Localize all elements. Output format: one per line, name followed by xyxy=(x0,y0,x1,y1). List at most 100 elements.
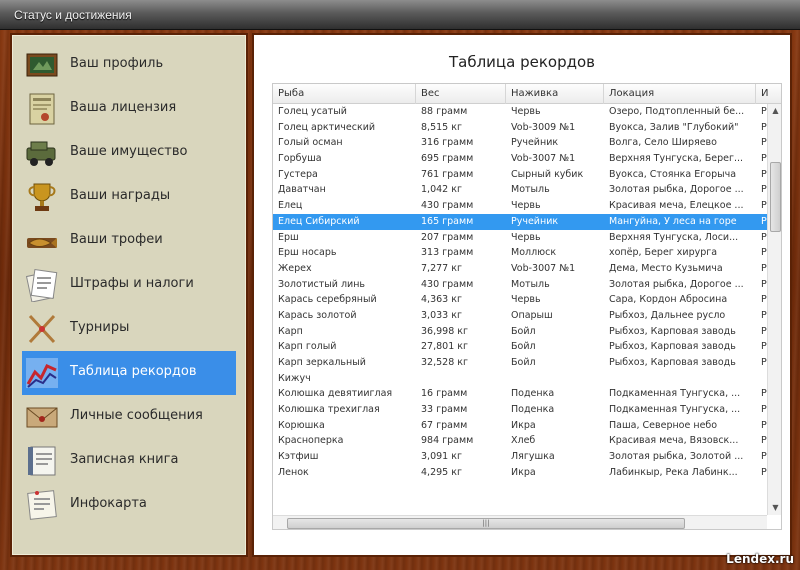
cell-bait: Бойл xyxy=(511,357,536,368)
cell-bait: Ручейник xyxy=(511,137,559,149)
cell-fish: Карп xyxy=(278,325,303,337)
table-row[interactable]: Голец усатый 88 грамм Червь Озеро, Подтопле… xyxy=(273,104,767,120)
cell-weight: 1,042 кг xyxy=(421,184,462,196)
table-row[interactable]: Густера 761 грамм Сырный кубик Вуокса, Стоя… xyxy=(273,167,767,183)
cell-weight: 8,515 кг xyxy=(421,121,462,133)
table-row[interactable]: Золотистый линь 430 грамм Мотыль Золотая ры… xyxy=(273,277,767,293)
sidebar-item-fines[interactable]: Штрафы и налоги xyxy=(22,263,236,307)
table-row[interactable]: Ерш носарь 313 грамм Моллюск хопёр, Берег х… xyxy=(273,245,767,261)
cell-weight: 984 грамм xyxy=(421,435,474,447)
cell-fish: Голец арктический xyxy=(278,121,376,133)
cell-location: Рыбхоз, Карповая заводь xyxy=(609,341,736,353)
cell-fish: Елец xyxy=(278,200,303,212)
window-titlebar: Статус и достижения xyxy=(0,0,800,30)
cell-bait: Икра xyxy=(511,419,536,431)
cell-location: Вуокса, Залив "Глубокий" xyxy=(609,121,739,133)
cell-weight: 27,801 кг xyxy=(421,341,468,353)
sidebar-item-profile[interactable]: Ваш профиль xyxy=(22,43,236,87)
table-row[interactable]: Карась серебряный 4,363 кг Червь Сара, Корд… xyxy=(273,292,767,308)
cell-weight: 67 грамм xyxy=(421,419,468,431)
trophy-cup-icon xyxy=(28,183,56,211)
table-row[interactable]: Красноперка 984 грамм Хлеб Красивая меча, В… xyxy=(273,433,767,449)
table-row[interactable]: Кэтфиш 3,091 кг Лягушка Золотая рыбка, Золо… xyxy=(273,449,767,465)
table-row[interactable]: Жерех 7,277 кг Vob-3007 №1 Дема, Место Кузь… xyxy=(273,261,767,277)
table-row[interactable]: Голец арктический 8,515 кг Vob-3009 №1 Вуок… xyxy=(273,120,767,136)
horizontal-scrollbar[interactable]: ||| xyxy=(273,515,767,529)
sidebar-item-license[interactable]: Ваша лицензия xyxy=(22,87,236,131)
sidebar-item-label: Записная книга xyxy=(70,452,179,467)
sidebar-item-infocard[interactable]: Инфокарта xyxy=(22,483,236,527)
cell-weight: 430 грамм xyxy=(421,278,474,290)
table-header: Рыба Вес Наживка Локация И xyxy=(273,84,781,104)
sidebar-item-label: Личные сообщения xyxy=(70,408,203,423)
license-icon xyxy=(29,93,55,125)
cell-location: Золотая рыбка, Дорогое ... xyxy=(609,278,744,290)
cell-fish: Ерш xyxy=(278,231,299,243)
table-row[interactable]: Карп 36,998 кг Бойл Рыбхоз, Карповая заводь… xyxy=(273,324,767,340)
table-row[interactable]: Карп голый 27,801 кг Бойл Рыбхоз, Карповая … xyxy=(273,339,767,355)
sidebar-item-notebook[interactable]: Записная книга xyxy=(22,439,236,483)
sidebar-item-tournaments[interactable]: Турниры xyxy=(22,307,236,351)
records-chart-icon xyxy=(26,358,58,388)
cell-weight: 695 грамм xyxy=(421,153,474,165)
fines-icon xyxy=(25,269,58,302)
column-header-weight[interactable]: Вес xyxy=(416,84,506,104)
scroll-up-icon[interactable]: ▲ xyxy=(768,104,781,118)
cell-fish: Карась золотой xyxy=(278,309,357,321)
vertical-scrollbar[interactable]: ▲ ▼ xyxy=(767,104,781,515)
column-header-extra[interactable]: И xyxy=(756,84,781,104)
cell-bait: Vob-3007 №1 xyxy=(511,153,576,165)
table-row[interactable]: Ленок 4,295 кг Икра Лабинкыр, Река Лабинк..… xyxy=(273,465,767,481)
sidebar-item-trophies[interactable]: Ваши трофеи xyxy=(22,219,236,263)
table-row[interactable]: Елец 430 грамм Червь Красивая меча, Елецкое… xyxy=(273,198,767,214)
cell-weight: 3,091 кг xyxy=(421,451,462,463)
cell-weight: 3,033 кг xyxy=(421,309,462,321)
cell-bait: Мотыль xyxy=(511,184,550,196)
column-header-bait[interactable]: Наживка xyxy=(506,84,604,104)
fish-trophy-icon xyxy=(27,238,57,248)
sidebar-item-label: Инфокарта xyxy=(70,496,147,511)
cell-weight: 88 грамм xyxy=(421,106,468,117)
cell-fish: Даватчан xyxy=(278,184,326,196)
column-header-fish[interactable]: Рыба xyxy=(273,84,416,104)
table-row[interactable]: Колюшка трехиглая 33 грамм Поденка Подкамен… xyxy=(273,402,767,418)
horizontal-scroll-thumb[interactable]: ||| xyxy=(287,518,685,529)
cell-location xyxy=(604,371,756,387)
cell-location: Рыбхоз, Карповая заводь xyxy=(609,357,736,368)
window-title: Статус и достижения xyxy=(14,8,132,22)
records-panel: Таблица рекордов Рыба Вес Наживка Локаци… xyxy=(252,33,792,557)
cell-bait: Vob-3009 №1 xyxy=(511,121,576,133)
cell-weight: 316 грамм xyxy=(421,137,474,149)
table-row[interactable]: Елец Сибирский 165 грамм Ручейник Мангуйна,… xyxy=(273,213,767,230)
cell-bait: Сырный кубик xyxy=(511,168,584,180)
cell-fish: Колюшка трехиглая xyxy=(278,404,380,416)
cell-fish: Елец Сибирский xyxy=(278,215,360,227)
table-row[interactable]: Голый осман 316 грамм Ручейник Волга, Село … xyxy=(273,135,767,151)
sidebar-item-messages[interactable]: Личные сообщения xyxy=(22,395,236,439)
sidebar-item-property[interactable]: Ваше имущество xyxy=(22,131,236,175)
cell-fish: Карп голый xyxy=(278,341,337,353)
cell-bait: Vob-3007 №1 xyxy=(511,262,576,274)
table-row[interactable]: Корюшка 67 грамм Икра Паша, Северное небо Р xyxy=(273,418,767,434)
scroll-down-icon[interactable]: ▼ xyxy=(768,501,781,515)
cell-fish: Колюшка девятииглая xyxy=(278,388,393,400)
table-row[interactable]: Колюшка девятииглая 16 грамм Поденка Подкам… xyxy=(273,386,767,402)
cell-fish: Кижуч xyxy=(278,372,311,384)
table-row[interactable]: Карп зеркальный 32,528 кг Бойл Рыбхоз, Карп… xyxy=(273,355,767,371)
cell-location: Волга, Село Ширяево xyxy=(609,137,717,149)
vertical-scroll-thumb[interactable] xyxy=(770,162,781,232)
sidebar-item-awards[interactable]: Ваши награды xyxy=(22,175,236,219)
cell-bait: Хлеб xyxy=(511,435,536,447)
column-header-location[interactable]: Локация xyxy=(604,84,756,104)
sidebar-item-records[interactable]: Таблица рекордов xyxy=(22,351,236,395)
cell-location: Сара, Кордон Абросина xyxy=(609,294,728,306)
table-row[interactable]: Карась золотой 3,033 кг Опарыш Рыбхоз, Даль… xyxy=(273,308,767,324)
table-row[interactable]: Даватчан 1,042 кг Мотыль Золотая рыбка, Дор… xyxy=(273,182,767,198)
table-row[interactable]: Кижуч xyxy=(273,371,767,387)
table-row[interactable]: Ерш 207 грамм Червь Верхняя Тунгуска, Лоси.… xyxy=(273,230,767,246)
cell-bait: Поденка xyxy=(511,404,555,416)
cell-fish: Золотистый линь xyxy=(278,278,366,290)
table-row[interactable]: Горбуша 695 грамм Vob-3007 №1 Верхняя Тунгу… xyxy=(273,151,767,167)
cell-bait: Червь xyxy=(511,231,541,243)
sidebar-item-label: Ваши награды xyxy=(70,188,171,203)
